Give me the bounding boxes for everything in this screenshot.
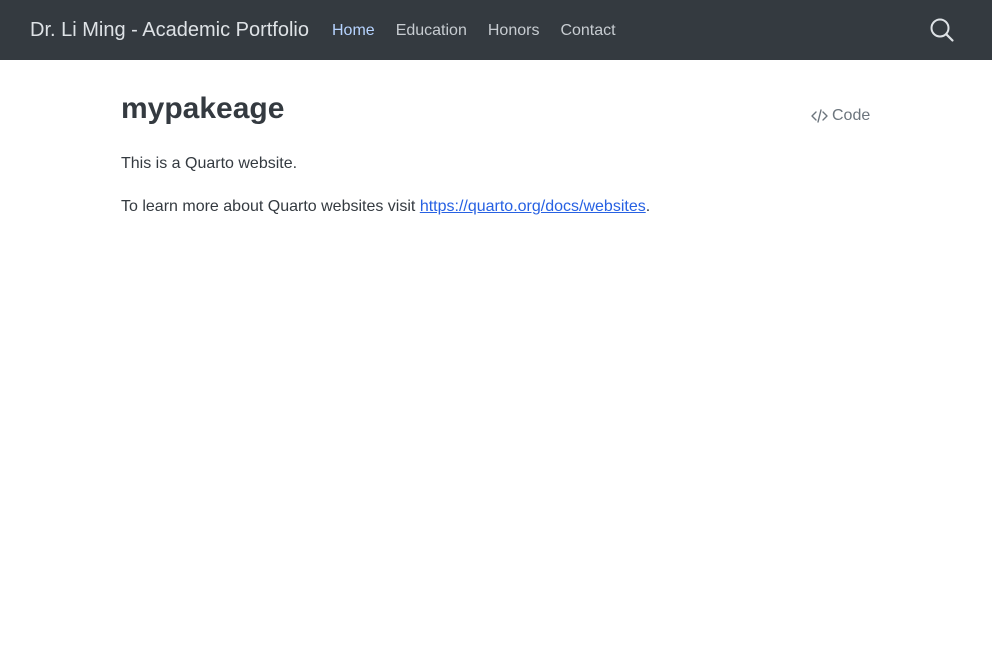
navbar: Dr. Li Ming - Academic Portfolio Home Ed… — [0, 0, 992, 60]
page-title: mypakeage — [121, 92, 285, 125]
nav-links: Home Education Honors Contact — [332, 20, 637, 42]
quarto-websites-link[interactable]: https://quarto.org/docs/websites — [420, 198, 646, 215]
site-brand[interactable]: Dr. Li Ming - Academic Portfolio — [30, 18, 309, 42]
learn-more-text: To learn more about Quarto websites visi… — [121, 198, 420, 215]
nav-link-honors[interactable]: Honors — [488, 20, 540, 42]
main-content: mypakeage Code This is a Quarto website.… — [121, 88, 871, 215]
nav-link-education[interactable]: Education — [396, 20, 467, 42]
nav-link-home[interactable]: Home — [332, 20, 375, 42]
search-icon — [930, 18, 954, 42]
intro-paragraph: This is a Quarto website. — [121, 155, 298, 172]
learn-more-suffix: . — [645, 198, 651, 215]
code-tools-label: Code — [832, 107, 871, 124]
code-icon — [811, 109, 828, 123]
search-button[interactable] — [926, 14, 958, 46]
nav-link-contact[interactable]: Contact — [560, 20, 615, 42]
learn-more-paragraph: To learn more about Quarto websites visi… — [121, 196, 650, 218]
code-tools-button[interactable]: Code — [811, 106, 870, 126]
